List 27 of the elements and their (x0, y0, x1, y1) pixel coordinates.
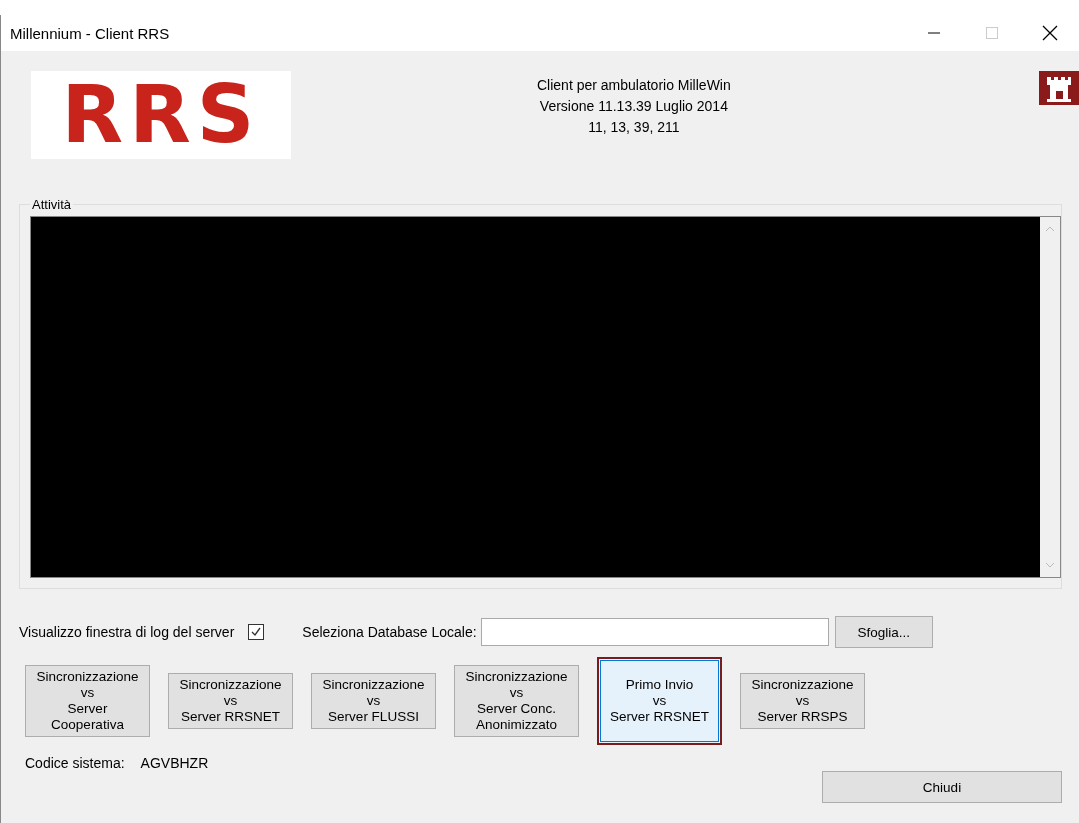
version-info-line: Versione 11.13.39 Luglio 2014 (538, 97, 729, 116)
close-icon (1041, 24, 1059, 42)
close-dialog-button[interactable]: Chiudi (822, 771, 1062, 803)
database-label: Seleziona Database Locale: (302, 624, 477, 640)
sync-button[interactable]: Sincronizzazione vs Server Conc. Anonimizzato (454, 665, 579, 737)
version-info-line: Client per ambulatorio MilleWin (537, 76, 731, 95)
maximize-icon (985, 26, 999, 40)
scroll-down-icon (1045, 561, 1055, 569)
system-code-label: Codice sistema: (25, 755, 125, 771)
version-info-line: 11, 13, 39, 211 (587, 118, 681, 137)
sync-button[interactable]: Primo Invio vs Server RRSNET (597, 657, 722, 745)
scroll-up-icon (1045, 225, 1055, 233)
browse-button[interactable]: Sfoglia... (834, 616, 933, 648)
logo: RRS (31, 71, 291, 159)
castle-icon (1039, 71, 1079, 105)
sync-button[interactable]: Sincronizzazione vs Server Cooperativa (25, 665, 150, 737)
sync-button[interactable]: Sincronizzazione vs Server RRSPS (740, 673, 865, 729)
log-option-label: Visualizzo finestra di log del server (19, 624, 235, 640)
system-code-value: AGVBHZR (140, 755, 209, 771)
minimize-icon (928, 32, 940, 34)
scrollbar[interactable] (1040, 217, 1060, 577)
group-label: Attività (31, 197, 72, 212)
checkbox[interactable] (248, 624, 265, 640)
database-input-field[interactable] (480, 618, 829, 646)
sync-button[interactable]: Sincronizzazione vs Server RRSNET (168, 673, 293, 729)
sync-button[interactable]: Sincronizzazione vs Server FLUSSI (311, 673, 436, 729)
window-title: Millennium - Client RRS (10, 24, 170, 42)
